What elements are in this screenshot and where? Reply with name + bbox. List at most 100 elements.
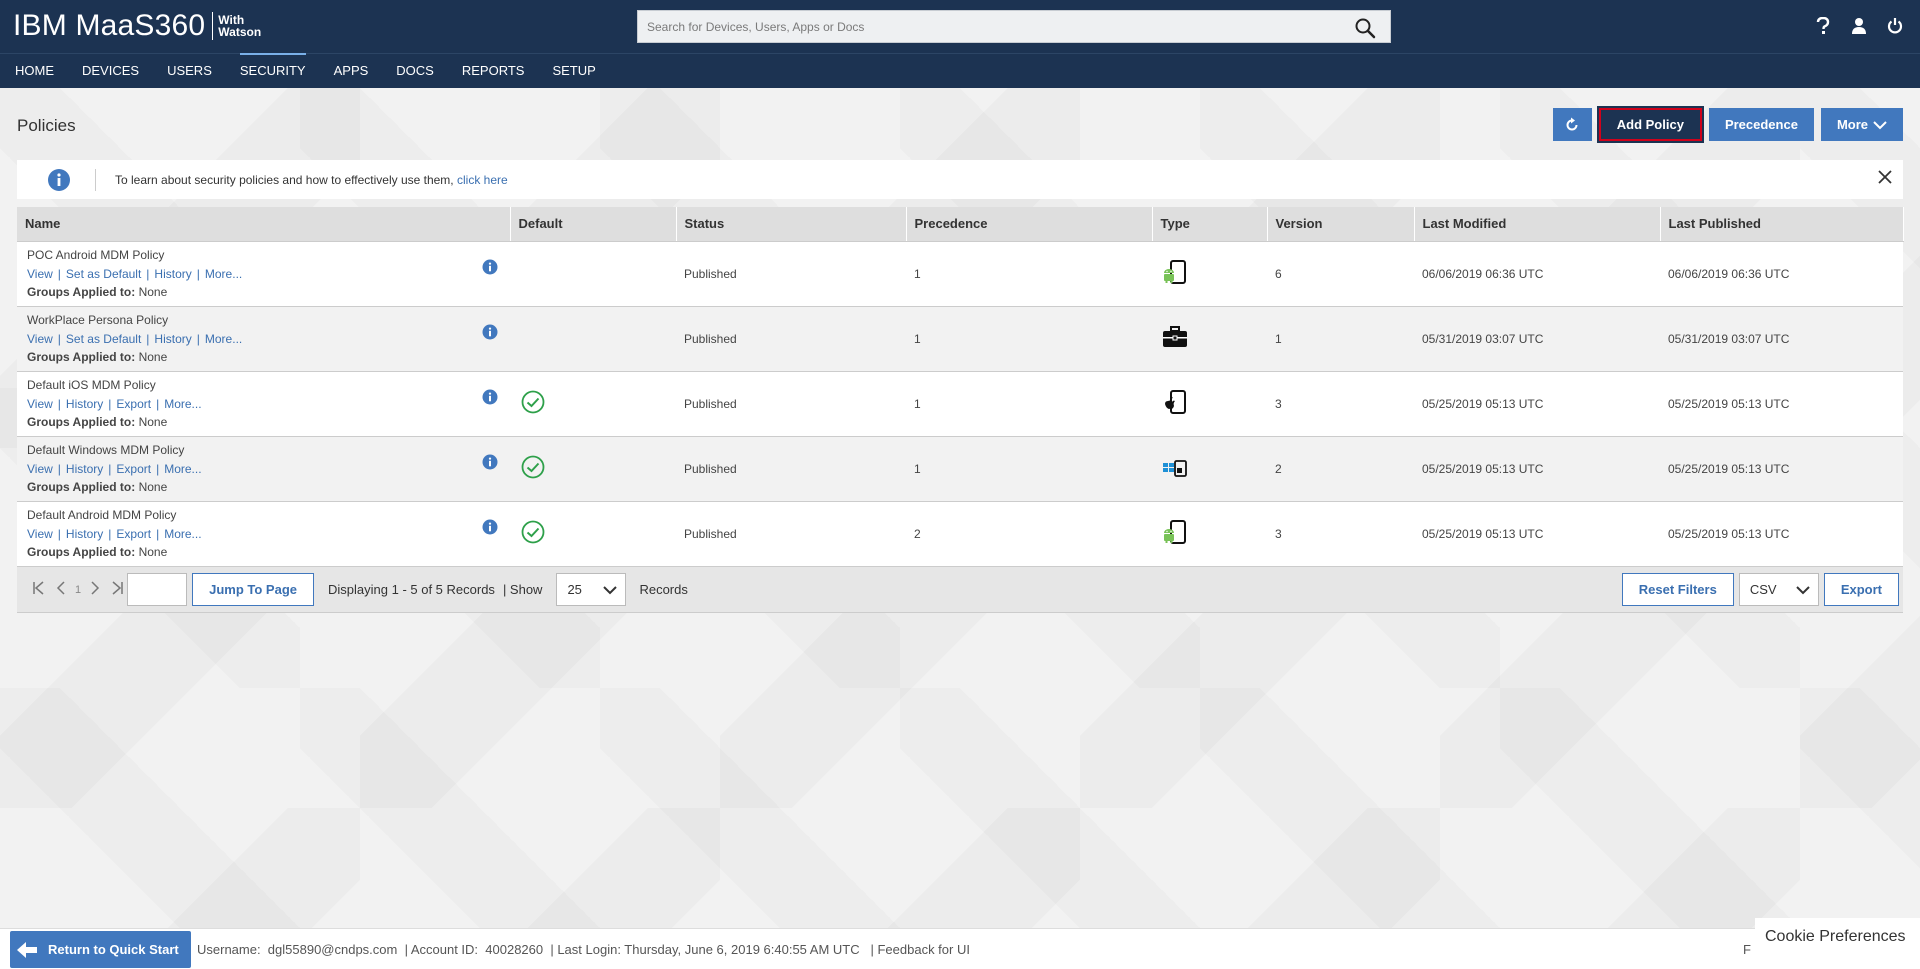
table-row[interactable]: POC Android MDM Policy View | Set as Defaul…: [17, 241, 1903, 307]
groups-value: None: [138, 350, 168, 364]
refresh-button[interactable]: [1552, 108, 1592, 141]
footer-account-info: Username: dgl55890@cndps.com | Account I…: [197, 942, 970, 957]
column-header-last-published[interactable]: Last Published: [1660, 207, 1904, 242]
more-button[interactable]: More: [1820, 108, 1903, 141]
footer-trailing-text: F: [1743, 942, 1751, 957]
nav-item-setup[interactable]: SETUP: [552, 54, 595, 88]
link-separator: |: [156, 397, 160, 411]
column-header-status[interactable]: Status: [676, 207, 907, 242]
cell-version: 3: [1267, 501, 1414, 567]
column-header-name[interactable]: Name: [17, 207, 511, 242]
next-page-icon[interactable]: [87, 580, 103, 599]
row-link-history[interactable]: History: [66, 462, 103, 476]
page-size-select[interactable]: 25: [556, 573, 627, 606]
page-size-value: 25: [567, 582, 582, 597]
nav-list: HOME DEVICES USERS SECURITY APPS DOCS REPORTS S…: [0, 53, 1920, 88]
first-page-icon[interactable]: [31, 580, 47, 599]
search-icon[interactable]: [1354, 17, 1376, 39]
cell-last-published: 05/25/2019 05:13 UTC: [1660, 501, 1903, 567]
row-link-set-as-default[interactable]: Set as Default: [66, 332, 141, 346]
nav-item-security[interactable]: SECURITY: [239, 53, 306, 88]
banner-divider: [95, 168, 96, 191]
close-icon[interactable]: [1875, 167, 1895, 187]
brand-logo[interactable]: IBM MaaS360 With Watson: [13, 11, 261, 41]
jump-page-input[interactable]: [127, 573, 188, 606]
quick-start-label: Return to Quick Start: [48, 942, 179, 957]
nav-item-docs[interactable]: DOCS: [396, 54, 434, 88]
user-icon[interactable]: [1848, 15, 1870, 37]
table-row[interactable]: WorkPlace Persona Policy View | Set as Defa…: [17, 306, 1903, 372]
info-icon[interactable]: [482, 389, 498, 405]
brand-name: IBM MaaS360: [13, 9, 206, 42]
column-header-precedence[interactable]: Precedence: [906, 207, 1153, 242]
info-icon[interactable]: [482, 454, 498, 470]
cookie-preferences-link[interactable]: Cookie Preferences: [1755, 918, 1920, 958]
cell-version: 6: [1267, 241, 1414, 307]
displaying-text: Displaying 1 - 5 of 5 Records: [328, 582, 495, 597]
row-link-history[interactable]: History: [66, 527, 103, 541]
row-link-more[interactable]: More...: [164, 397, 201, 411]
export-format-select[interactable]: CSV: [1738, 573, 1819, 606]
row-link-more[interactable]: More...: [164, 527, 201, 541]
row-link-view[interactable]: View: [27, 462, 53, 476]
groups-applied: Groups Applied to: None: [27, 350, 510, 364]
row-link-view[interactable]: View: [27, 332, 53, 346]
link-separator: |: [57, 267, 61, 281]
column-header-type[interactable]: Type: [1152, 207, 1268, 242]
row-link-more[interactable]: More...: [205, 332, 242, 346]
groups-applied: Groups Applied to: None: [27, 415, 510, 429]
column-header-default[interactable]: Default: [510, 207, 677, 242]
row-link-view[interactable]: View: [27, 397, 53, 411]
power-icon[interactable]: [1884, 15, 1906, 37]
table-row[interactable]: Default Windows MDM Policy View | History | E…: [17, 436, 1903, 502]
row-link-more[interactable]: More...: [164, 462, 201, 476]
nav-item-home[interactable]: HOME: [15, 54, 54, 88]
cell-status: Published: [676, 501, 906, 567]
jump-to-page-button[interactable]: Jump To Page: [192, 573, 315, 606]
row-link-set-as-default[interactable]: Set as Default: [66, 267, 141, 281]
row-link-export[interactable]: Export: [116, 397, 151, 411]
groups-label: Groups Applied to:: [27, 545, 136, 559]
cell-last-modified: 05/25/2019 05:13 UTC: [1414, 371, 1660, 437]
cell-name: Default Android MDM Policy View | History | E…: [17, 501, 510, 567]
help-icon[interactable]: [1812, 15, 1834, 37]
row-link-more[interactable]: More...: [205, 267, 242, 281]
table-row[interactable]: Default iOS MDM Policy View | History | Expor…: [17, 371, 1903, 437]
export-button[interactable]: Export: [1823, 573, 1899, 606]
add-policy-button[interactable]: Add Policy: [1596, 106, 1704, 143]
precedence-button[interactable]: Precedence: [1708, 108, 1814, 141]
column-header-last-modified[interactable]: Last Modified: [1414, 207, 1661, 242]
row-link-history[interactable]: History: [154, 267, 191, 281]
table-row[interactable]: Default Android MDM Policy View | History | E…: [17, 501, 1903, 567]
nav-item-apps[interactable]: APPS: [334, 54, 369, 88]
nav-item-users[interactable]: USERS: [167, 54, 212, 88]
nav-item-reports[interactable]: REPORTS: [462, 54, 525, 88]
cell-last-modified: 05/31/2019 03:07 UTC: [1414, 306, 1660, 372]
return-to-quick-start-button[interactable]: Return to Quick Start: [10, 931, 191, 968]
row-link-history[interactable]: History: [66, 397, 103, 411]
global-search: [637, 10, 1391, 43]
policy-actions: View | History | Export | More...: [27, 527, 510, 541]
column-header-version[interactable]: Version: [1267, 207, 1415, 242]
nav-item-devices[interactable]: DEVICES: [82, 54, 139, 88]
banner-text: To learn about security policies and how…: [115, 173, 508, 187]
android-device-icon: [1160, 520, 1188, 548]
row-link-history[interactable]: History: [154, 332, 191, 346]
row-link-view[interactable]: View: [27, 267, 53, 281]
last-page-icon[interactable]: [109, 580, 125, 599]
export-format-value: CSV: [1749, 582, 1777, 597]
info-icon[interactable]: [482, 519, 498, 535]
prev-page-icon[interactable]: [53, 580, 69, 599]
search-input[interactable]: [638, 11, 1338, 42]
feedback-link[interactable]: Feedback for UI: [877, 942, 970, 957]
chevron-down-icon: [1873, 120, 1887, 129]
info-icon[interactable]: [482, 324, 498, 340]
row-link-export[interactable]: Export: [116, 462, 151, 476]
policy-name: Default iOS MDM Policy: [27, 378, 156, 392]
banner-link[interactable]: click here: [457, 173, 508, 187]
policy-actions: View | Set as Default | History | More...: [27, 267, 510, 281]
info-icon[interactable]: [482, 259, 498, 275]
row-link-view[interactable]: View: [27, 527, 53, 541]
row-link-export[interactable]: Export: [116, 527, 151, 541]
reset-filters-button[interactable]: Reset Filters: [1621, 573, 1734, 606]
